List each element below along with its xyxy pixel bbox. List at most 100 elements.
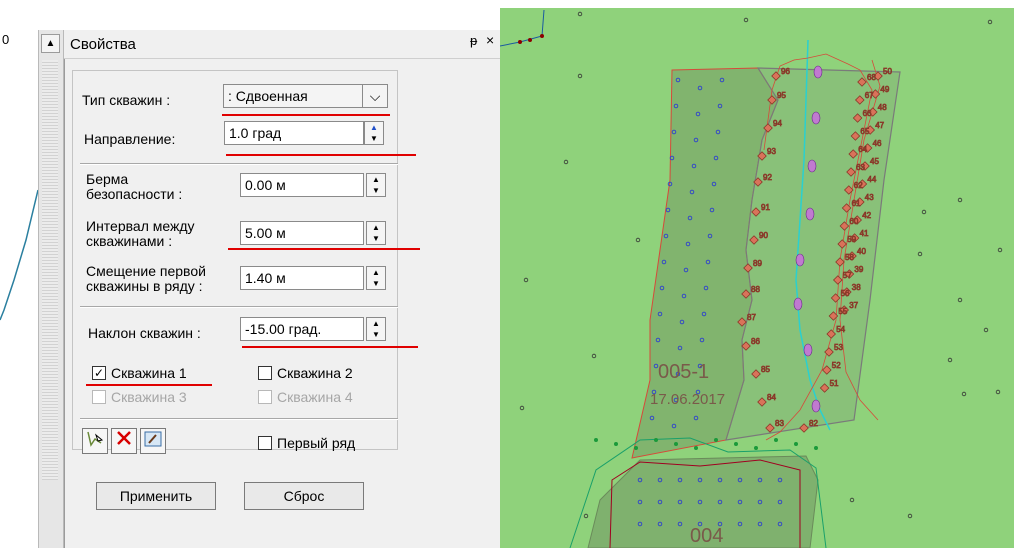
delete-icon[interactable] bbox=[111, 428, 137, 454]
hole-number: 67 bbox=[865, 91, 874, 100]
hole-number: 65 bbox=[860, 127, 869, 136]
hole-number: 50 bbox=[883, 67, 892, 76]
underline-annotation bbox=[86, 384, 212, 386]
first-offset-stepper[interactable]: ▲ ▼ bbox=[366, 266, 386, 290]
well-2-checkbox[interactable] bbox=[258, 366, 272, 380]
hole-number: 46 bbox=[873, 139, 882, 148]
underline-annotation bbox=[242, 346, 418, 348]
well-type-label: Тип скважин : bbox=[82, 92, 171, 108]
hole-number: 61 bbox=[852, 199, 861, 208]
left-document-pane: 0 bbox=[0, 30, 39, 548]
map-canvas[interactable]: 96 95 94 93 92 91 90 89 88 87 86 85 84 83 82 50 49 48 47 4… bbox=[500, 0, 1014, 548]
safety-berm-stepper[interactable]: ▲ ▼ bbox=[366, 173, 386, 197]
map-top-border bbox=[500, 0, 1014, 8]
separator bbox=[80, 306, 398, 308]
safety-berm-input[interactable]: 0.00 м bbox=[240, 173, 364, 197]
inclination-input[interactable]: -15.00 град. bbox=[240, 317, 364, 341]
contour-point bbox=[714, 438, 718, 442]
well-4-checkbox[interactable] bbox=[258, 390, 272, 404]
hole-number: 95 bbox=[777, 91, 786, 100]
hole-number: 48 bbox=[878, 103, 887, 112]
hole-number: 58 bbox=[845, 253, 854, 262]
hole-number: 66 bbox=[863, 109, 872, 118]
hole-number: 51 bbox=[830, 379, 839, 388]
contour-point bbox=[794, 442, 798, 446]
first-offset-input[interactable]: 1.40 м bbox=[240, 266, 364, 290]
hole-number: 60 bbox=[849, 217, 858, 226]
hole-number: 64 bbox=[858, 145, 867, 154]
first-offset-label-2: скважины в ряду : bbox=[86, 278, 203, 294]
hole-number: 56 bbox=[841, 289, 850, 298]
first-offset-value: 1.40 м bbox=[245, 270, 286, 286]
hole-number: 54 bbox=[836, 325, 845, 334]
contour-point bbox=[654, 438, 658, 442]
hole-number: 93 bbox=[767, 147, 776, 156]
well-interval-value: 5.00 м bbox=[245, 225, 286, 241]
hole-number: 84 bbox=[767, 393, 776, 402]
hole-number: 49 bbox=[880, 85, 889, 94]
safety-berm-label-2: безопасности : bbox=[86, 186, 183, 202]
hole-number: 68 bbox=[867, 73, 876, 82]
hole-number: 57 bbox=[843, 271, 852, 280]
direction-input[interactable]: 1.0 град bbox=[224, 121, 364, 145]
hole-number: 89 bbox=[753, 259, 762, 268]
direction-value: 1.0 град bbox=[229, 125, 282, 141]
hole-number: 90 bbox=[759, 231, 768, 240]
hole-number: 43 bbox=[865, 193, 874, 202]
hole-number: 44 bbox=[867, 175, 876, 184]
safety-berm-label-1: Берма bbox=[86, 171, 129, 187]
panel-title: Свойства bbox=[70, 36, 136, 53]
well-interval-label-2: скважинами : bbox=[86, 233, 173, 249]
well-type-select[interactable]: : Сдвоенная bbox=[223, 84, 363, 108]
apply-button-label: Применить bbox=[119, 488, 193, 504]
separator bbox=[80, 418, 398, 420]
hole-number: 59 bbox=[847, 235, 856, 244]
edit-icon[interactable] bbox=[140, 428, 166, 454]
scroll-up-button[interactable]: ▲ bbox=[41, 34, 60, 53]
map-drawing: 96 95 94 93 92 91 90 89 88 87 86 85 84 83 82 50 49 48 47 4… bbox=[500, 9, 1003, 548]
reset-button[interactable]: Сброс bbox=[244, 482, 364, 510]
hole-number: 88 bbox=[751, 285, 760, 294]
well-3-label: Скважина 3 bbox=[111, 389, 187, 405]
contour-point bbox=[734, 442, 738, 446]
hole-number: 52 bbox=[832, 361, 841, 370]
contour-point bbox=[594, 438, 598, 442]
well-4-label: Скважина 4 bbox=[277, 389, 353, 405]
well-3-checkbox[interactable] bbox=[92, 390, 106, 404]
well-1-checkbox[interactable]: ✓ bbox=[92, 366, 106, 380]
inclination-value: -15.00 град. bbox=[245, 321, 322, 337]
contour-point bbox=[814, 446, 818, 450]
reset-button-label: Сброс bbox=[283, 488, 325, 504]
underline-annotation bbox=[228, 248, 420, 250]
hole-number: 91 bbox=[761, 203, 770, 212]
pin-icon[interactable]: ᵽ bbox=[470, 33, 477, 48]
scrollbar-thumb[interactable] bbox=[42, 60, 58, 480]
inclination-stepper[interactable]: ▲ ▼ bbox=[366, 317, 386, 341]
hole-number: 37 bbox=[849, 301, 858, 310]
first-offset-label-1: Смещение первой bbox=[86, 263, 206, 279]
hole-number: 85 bbox=[761, 365, 770, 374]
apply-button[interactable]: Применить bbox=[96, 482, 216, 510]
hole-number: 45 bbox=[870, 157, 879, 166]
block-date: 17.06.2017 bbox=[650, 391, 725, 408]
close-icon[interactable]: × bbox=[486, 32, 494, 48]
select-polygon-icon[interactable] bbox=[82, 428, 108, 454]
inclination-label: Наклон скважин : bbox=[88, 325, 201, 341]
well-interval-stepper[interactable]: ▲ ▼ bbox=[366, 221, 386, 245]
hole-number: 40 bbox=[857, 247, 866, 256]
well-interval-input[interactable]: 5.00 м bbox=[240, 221, 364, 245]
hole-number: 47 bbox=[875, 121, 884, 130]
first-row-checkbox[interactable] bbox=[258, 436, 272, 450]
underline-annotation bbox=[226, 154, 416, 156]
well-type-value: : Сдвоенная bbox=[228, 88, 308, 104]
chevron-down-icon[interactable]: ⌵ bbox=[362, 84, 388, 108]
hole-number: 38 bbox=[852, 283, 861, 292]
contour-point bbox=[754, 446, 758, 450]
contour-point bbox=[774, 438, 778, 442]
underline-annotation bbox=[222, 114, 390, 116]
direction-label: Направление: bbox=[84, 131, 176, 147]
hole-number: 92 bbox=[763, 173, 772, 182]
direction-stepper[interactable]: ▲ ▼ bbox=[364, 121, 384, 145]
block-name-005-1: 005-1 bbox=[658, 361, 709, 383]
hole-number: 94 bbox=[773, 119, 782, 128]
